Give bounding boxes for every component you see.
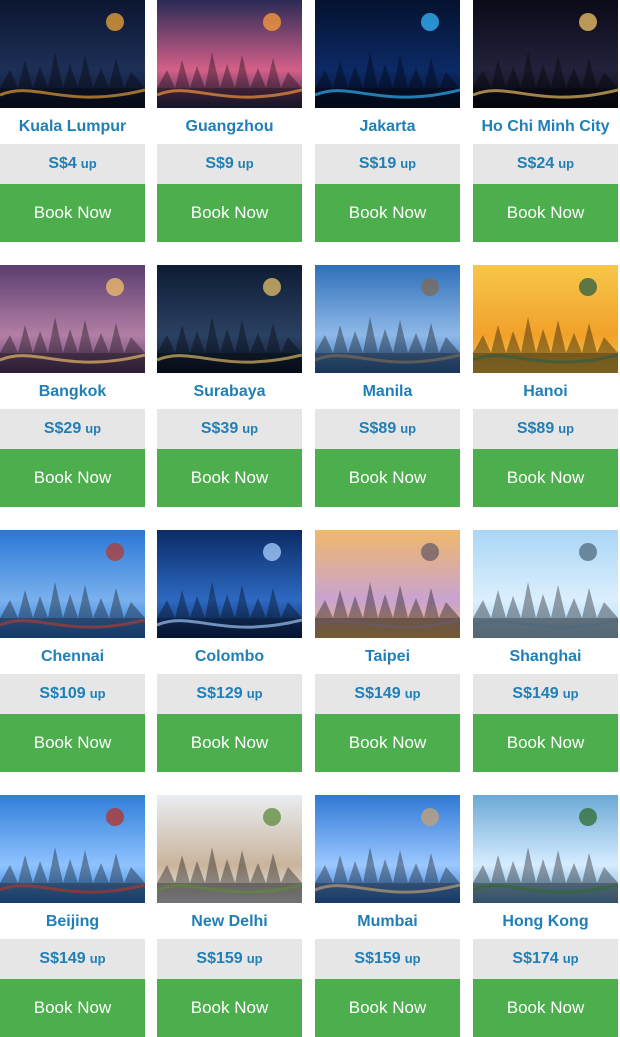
destination-price: S$9 up bbox=[157, 144, 302, 184]
book-now-button[interactable]: Book Now bbox=[0, 979, 145, 1037]
destination-photo[interactable] bbox=[0, 795, 145, 903]
price-suffix: up bbox=[558, 421, 575, 436]
price-amount: S$19 bbox=[358, 155, 397, 172]
destination-photo[interactable] bbox=[473, 0, 618, 108]
price-amount: S$109 bbox=[39, 685, 86, 702]
destination-price: S$4 up bbox=[0, 144, 145, 184]
destination-photo[interactable] bbox=[157, 265, 302, 373]
price-suffix: up bbox=[404, 951, 421, 966]
destination-price: S$159 up bbox=[157, 939, 302, 979]
book-now-button[interactable]: Book Now bbox=[157, 184, 302, 242]
destination-photo[interactable] bbox=[157, 795, 302, 903]
destination-price: S$89 up bbox=[315, 409, 460, 449]
book-now-button[interactable]: Book Now bbox=[0, 184, 145, 242]
price-amount: S$174 bbox=[512, 950, 559, 967]
price-suffix: up bbox=[89, 951, 106, 966]
price-suffix: up bbox=[562, 951, 579, 966]
price-amount: S$39 bbox=[200, 420, 239, 437]
book-now-button[interactable]: Book Now bbox=[315, 714, 460, 772]
destination-city[interactable]: New Delhi bbox=[157, 905, 302, 939]
price-suffix: up bbox=[558, 156, 575, 171]
destination-photo[interactable] bbox=[315, 265, 460, 373]
book-now-button[interactable]: Book Now bbox=[473, 714, 618, 772]
price-amount: S$129 bbox=[196, 685, 243, 702]
destination-city[interactable]: Beijing bbox=[0, 905, 145, 939]
price-amount: S$89 bbox=[516, 420, 555, 437]
destination-price: S$149 up bbox=[0, 939, 145, 979]
destination-city[interactable]: Surabaya bbox=[157, 375, 302, 409]
price-suffix: up bbox=[89, 686, 106, 701]
destination-photo[interactable] bbox=[473, 265, 618, 373]
price-suffix: up bbox=[246, 686, 263, 701]
destination-photo[interactable] bbox=[0, 265, 145, 373]
price-amount: S$159 bbox=[354, 950, 401, 967]
destination-price: S$109 up bbox=[0, 674, 145, 714]
price-amount: S$4 bbox=[48, 155, 77, 172]
destination-city[interactable]: Kuala Lumpur bbox=[0, 110, 145, 144]
book-now-button[interactable]: Book Now bbox=[315, 184, 460, 242]
destination-price: S$24 up bbox=[473, 144, 618, 184]
destination-photo[interactable] bbox=[473, 530, 618, 638]
destination-photo[interactable] bbox=[157, 0, 302, 108]
book-now-button[interactable]: Book Now bbox=[473, 979, 618, 1037]
price-amount: S$149 bbox=[39, 950, 86, 967]
book-now-button[interactable]: Book Now bbox=[473, 449, 618, 507]
destination-city[interactable]: Taipei bbox=[315, 640, 460, 674]
destination-city[interactable]: Ho Chi Minh City bbox=[473, 110, 618, 144]
destination-price: S$149 up bbox=[473, 674, 618, 714]
destination-photo[interactable] bbox=[315, 795, 460, 903]
destination-city[interactable]: Bangkok bbox=[0, 375, 145, 409]
destination-price: S$149 up bbox=[315, 674, 460, 714]
destination-photo[interactable] bbox=[315, 530, 460, 638]
price-amount: S$89 bbox=[358, 420, 397, 437]
book-now-button[interactable]: Book Now bbox=[157, 979, 302, 1037]
destination-price: S$29 up bbox=[0, 409, 145, 449]
destination-city[interactable]: Mumbai bbox=[315, 905, 460, 939]
destination-city[interactable]: Chennai bbox=[0, 640, 145, 674]
price-suffix: up bbox=[246, 951, 263, 966]
book-now-button[interactable]: Book Now bbox=[157, 449, 302, 507]
book-now-button[interactable]: Book Now bbox=[315, 449, 460, 507]
price-suffix: up bbox=[562, 686, 579, 701]
price-amount: S$149 bbox=[512, 685, 559, 702]
price-amount: S$149 bbox=[354, 685, 401, 702]
destination-price: S$174 up bbox=[473, 939, 618, 979]
book-now-button[interactable]: Book Now bbox=[315, 979, 460, 1037]
destination-price: S$89 up bbox=[473, 409, 618, 449]
destination-photo[interactable] bbox=[473, 795, 618, 903]
destination-price: S$19 up bbox=[315, 144, 460, 184]
price-amount: S$29 bbox=[43, 420, 82, 437]
price-suffix: up bbox=[237, 156, 254, 171]
destination-photo[interactable] bbox=[0, 0, 145, 108]
price-suffix: up bbox=[400, 156, 417, 171]
destination-city[interactable]: Colombo bbox=[157, 640, 302, 674]
destination-photo[interactable] bbox=[0, 530, 145, 638]
destination-city[interactable]: Hong Kong bbox=[473, 905, 618, 939]
book-now-button[interactable]: Book Now bbox=[473, 184, 618, 242]
price-suffix: up bbox=[404, 686, 421, 701]
destination-city[interactable]: Jakarta bbox=[315, 110, 460, 144]
price-amount: S$9 bbox=[205, 155, 234, 172]
destination-city[interactable]: Guangzhou bbox=[157, 110, 302, 144]
price-amount: S$159 bbox=[196, 950, 243, 967]
book-now-button[interactable]: Book Now bbox=[0, 449, 145, 507]
destination-price: S$129 up bbox=[157, 674, 302, 714]
price-amount: S$24 bbox=[516, 155, 555, 172]
destination-photo[interactable] bbox=[315, 0, 460, 108]
destination-photo[interactable] bbox=[157, 530, 302, 638]
price-suffix: up bbox=[85, 421, 102, 436]
price-suffix: up bbox=[80, 156, 97, 171]
destination-price: S$39 up bbox=[157, 409, 302, 449]
book-now-button[interactable]: Book Now bbox=[157, 714, 302, 772]
book-now-button[interactable]: Book Now bbox=[0, 714, 145, 772]
price-suffix: up bbox=[242, 421, 259, 436]
destination-city[interactable]: Shanghai bbox=[473, 640, 618, 674]
destination-price: S$159 up bbox=[315, 939, 460, 979]
destination-city[interactable]: Hanoi bbox=[473, 375, 618, 409]
price-suffix: up bbox=[400, 421, 417, 436]
destination-city[interactable]: Manila bbox=[315, 375, 460, 409]
